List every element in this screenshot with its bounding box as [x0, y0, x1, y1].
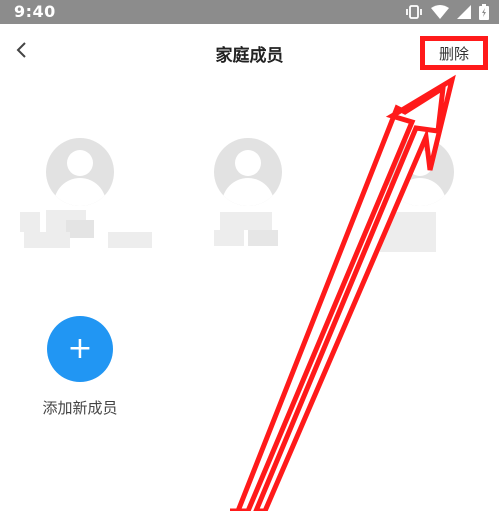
member-card[interactable] [188, 138, 308, 268]
add-member-button[interactable]: + [47, 316, 113, 382]
vibrate-icon [406, 5, 422, 19]
add-member-label[interactable]: 添加新成员 [20, 397, 140, 418]
blurred-name [220, 212, 272, 230]
blurred-name [380, 212, 436, 252]
wifi-icon [431, 5, 449, 19]
blurred-name [20, 212, 40, 232]
status-bar: 9:40 [0, 0, 499, 24]
avatar [214, 138, 282, 206]
avatar [46, 138, 114, 206]
header: 家庭成员 删除 [0, 24, 499, 80]
avatar [386, 138, 454, 206]
plus-icon: + [67, 331, 93, 366]
signal-icon [457, 5, 471, 19]
member-card[interactable] [20, 138, 152, 268]
status-icons [405, 4, 489, 20]
battery-icon [479, 4, 489, 20]
delete-button[interactable]: 删除 [420, 36, 488, 70]
status-time: 9:40 [14, 2, 56, 21]
member-card[interactable] [360, 138, 480, 268]
